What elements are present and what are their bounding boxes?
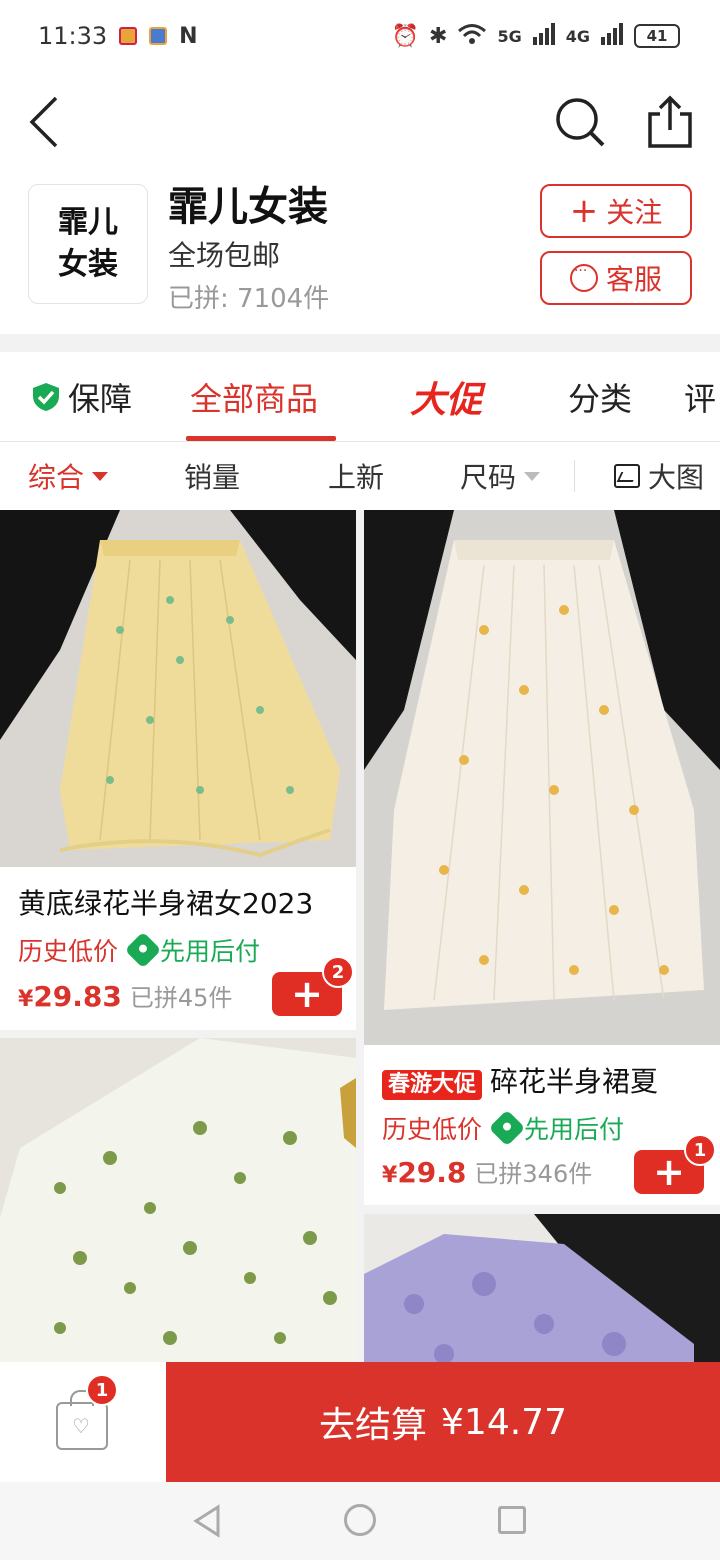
big-image-label: 大图 xyxy=(648,461,705,494)
notification-app-icon xyxy=(119,27,138,45)
shop-subtitle: 全场包邮 xyxy=(168,239,281,272)
bottom-bar: ♡ 1 去结算 ¥14.77 xyxy=(0,1362,720,1482)
follow-label: 关注 xyxy=(606,196,663,229)
bluetooth-icon: ✱ xyxy=(429,23,448,49)
active-tab-indicator xyxy=(186,436,336,441)
checkout-label: 去结算 xyxy=(319,1405,428,1446)
sort-comprehensive-label: 综合 xyxy=(28,461,85,494)
shop-name: 霏儿女装 xyxy=(168,184,328,230)
product-tags: 历史低价 先用后付 xyxy=(18,931,261,969)
shop-sold-count: 已拼: 7104件 xyxy=(168,284,330,314)
signal-4g-label: 4G xyxy=(565,26,590,46)
sort-sales[interactable]: 销量 xyxy=(184,442,240,510)
signal-icon xyxy=(532,23,556,49)
product-image[interactable] xyxy=(364,1214,720,1362)
product-card[interactable]: 春游大促 碎花半身裙夏 历史低价 先用后付 ¥29.8 已拼346件 + 1 xyxy=(364,510,720,1205)
chat-icon xyxy=(569,263,598,292)
shield-check-icon xyxy=(33,383,59,411)
price-row: ¥29.83 已拼45件 xyxy=(18,978,232,1013)
product-title-text: 碎花半身裙夏 xyxy=(490,1065,659,1098)
status-bar: 11:33 N ⏰ ✱ 5G 4G 41 xyxy=(0,0,720,72)
system-back-icon[interactable] xyxy=(192,1504,222,1542)
product-sold-count: 已拼45件 xyxy=(129,984,233,1012)
signal-icon xyxy=(600,23,624,49)
checkout-button[interactable]: 去结算 ¥14.77 xyxy=(166,1362,720,1482)
divider xyxy=(574,460,575,492)
pay-later-icon xyxy=(488,1109,526,1147)
product-card[interactable] xyxy=(364,1214,720,1362)
product-image[interactable] xyxy=(364,510,720,1045)
shop-logo[interactable]: 霏儿女装 xyxy=(28,184,148,304)
shopping-bag-button[interactable]: ♡ 1 xyxy=(0,1362,166,1482)
tab-all-products[interactable]: 全部商品 xyxy=(190,352,318,442)
customer-service-button[interactable]: 客服 xyxy=(540,251,692,305)
price-value: 29.8 xyxy=(397,1156,467,1189)
tag-pay-later-label: 先用后付 xyxy=(524,1115,625,1144)
sort-comprehensive[interactable]: 综合 xyxy=(28,442,109,510)
sort-size-label: 尺码 xyxy=(460,461,517,494)
product-sold-count: 已拼346件 xyxy=(474,1160,593,1188)
shopping-bag-icon: ♡ xyxy=(56,1390,108,1450)
product-price: ¥29.83 xyxy=(18,980,122,1013)
signal-5g-label: 5G xyxy=(497,26,522,46)
product-image[interactable] xyxy=(0,510,356,867)
cart-count-badge: 2 xyxy=(322,956,354,988)
system-home-icon[interactable] xyxy=(344,1504,376,1536)
tag-pay-later-label: 先用后付 xyxy=(160,937,261,966)
sort-size[interactable]: 尺码 xyxy=(460,442,541,510)
shop-tabs: 保障 全部商品 大促 分类 评 xyxy=(0,352,720,442)
cart-count-badge: 1 xyxy=(684,1134,716,1166)
shop-logo-text: 霏儿女装 xyxy=(58,205,118,282)
share-icon[interactable] xyxy=(644,94,696,150)
shop-header: 霏儿女装 霏儿女装 全场包邮 已拼: 7104件 + 关注 客服 xyxy=(0,172,720,334)
tab-guarantee-label: 保障 xyxy=(68,380,133,418)
product-price: ¥29.8 xyxy=(382,1156,466,1189)
wifi-icon xyxy=(457,23,487,49)
nav-bar xyxy=(0,72,720,172)
follow-button[interactable]: + 关注 xyxy=(540,184,692,238)
tag-history-low: 历史低价 xyxy=(382,1115,483,1144)
product-image[interactable] xyxy=(0,1038,356,1362)
product-title: 春游大促 碎花半身裙夏 xyxy=(382,1060,658,1100)
promo-tag: 春游大促 xyxy=(382,1070,483,1100)
nfc-icon: N xyxy=(179,23,198,49)
product-tags: 历史低价 先用后付 xyxy=(382,1109,625,1147)
plus-icon: + xyxy=(569,191,599,231)
product-card[interactable] xyxy=(0,1038,356,1362)
currency-symbol: ¥ xyxy=(18,987,34,1012)
tab-promo[interactable]: 大促 xyxy=(410,352,482,442)
back-icon[interactable] xyxy=(24,94,74,150)
system-nav-bar xyxy=(0,1482,720,1560)
section-divider xyxy=(0,334,720,352)
product-title: 黄底绿花半身裙女2023 xyxy=(18,887,314,920)
heart-icon: ♡ xyxy=(72,1414,90,1438)
caret-down-icon xyxy=(524,471,541,481)
price-value: 29.83 xyxy=(33,980,122,1013)
battery-icon: 41 xyxy=(634,24,680,48)
tab-category[interactable]: 分类 xyxy=(568,352,632,442)
status-time: 11:33 xyxy=(38,22,108,50)
alarm-icon: ⏰ xyxy=(391,23,420,49)
notification-app-icon xyxy=(149,27,168,45)
price-row: ¥29.8 已拼346件 xyxy=(382,1154,592,1189)
product-grid: 黄底绿花半身裙女2023 历史低价 先用后付 ¥29.83 已拼45件 + 2 xyxy=(0,510,720,1362)
search-icon[interactable] xyxy=(554,96,606,148)
bag-count-badge: 1 xyxy=(86,1374,118,1406)
caret-down-icon xyxy=(92,471,109,481)
system-recents-icon[interactable] xyxy=(498,1506,526,1534)
tab-review[interactable]: 评 xyxy=(684,352,716,442)
sort-bar: 综合 销量 上新 尺码 大图 xyxy=(0,442,720,510)
image-icon xyxy=(614,464,640,488)
tag-pay-later: 先用后付 xyxy=(124,931,261,969)
currency-symbol: ¥ xyxy=(382,1163,398,1188)
pay-later-icon xyxy=(124,931,162,969)
service-label: 客服 xyxy=(605,263,662,296)
big-image-toggle[interactable]: 大图 xyxy=(614,442,704,510)
sort-new[interactable]: 上新 xyxy=(328,442,384,510)
tab-guarantee[interactable]: 保障 xyxy=(30,352,132,442)
tag-history-low: 历史低价 xyxy=(18,937,119,966)
product-card[interactable]: 黄底绿花半身裙女2023 历史低价 先用后付 ¥29.83 已拼45件 + 2 xyxy=(0,510,356,1030)
checkout-amount: ¥14.77 xyxy=(441,1401,567,1443)
tag-pay-later: 先用后付 xyxy=(488,1109,625,1147)
